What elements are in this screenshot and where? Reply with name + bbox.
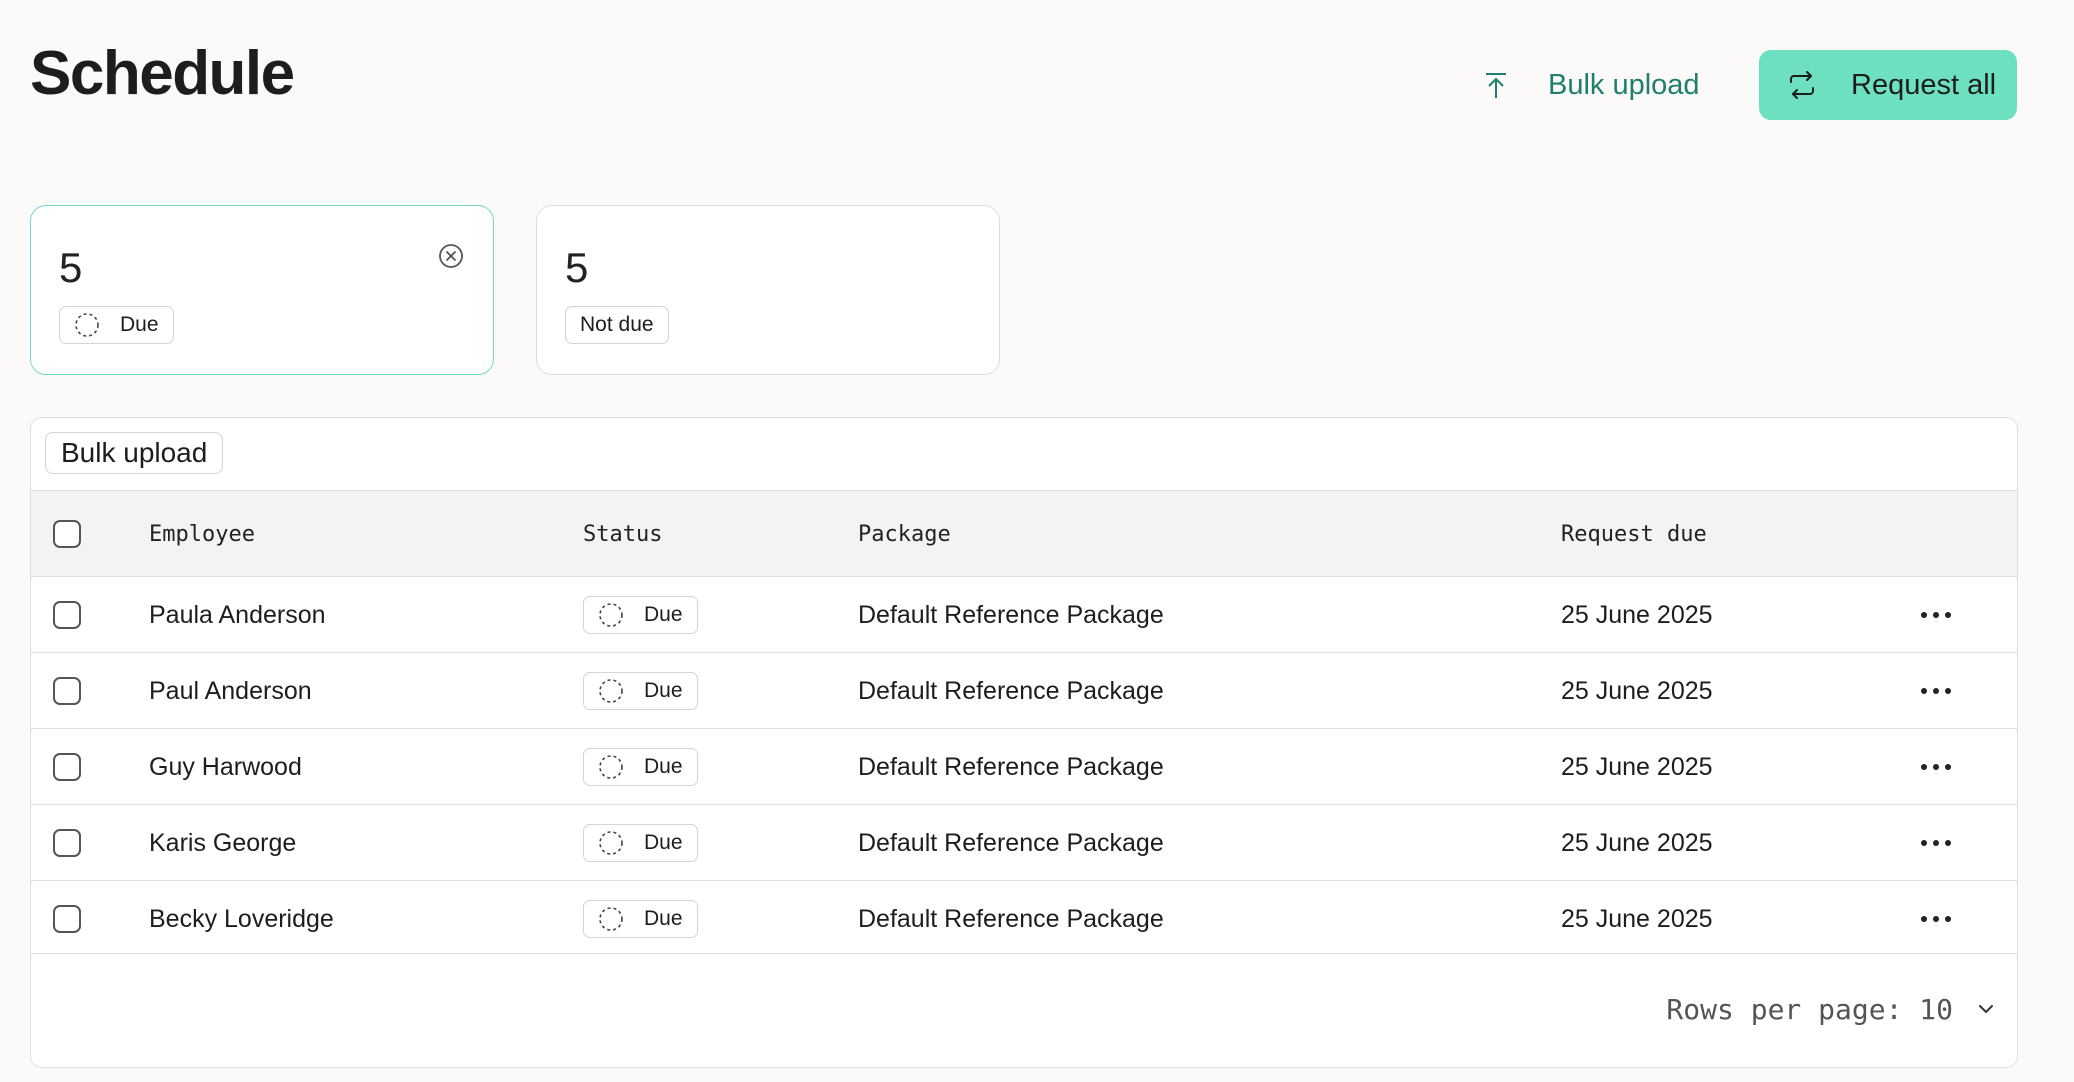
select-all-checkbox[interactable] [53, 520, 81, 548]
row-checkbox[interactable] [53, 677, 81, 705]
row-checkbox[interactable] [53, 905, 81, 933]
page-title: Schedule [30, 39, 295, 108]
request-due-date: 25 June 2025 [1561, 752, 1713, 781]
status-badge-label: Not due [580, 313, 654, 336]
status-badge: Due [583, 824, 698, 862]
chevron-down-icon [1979, 1005, 1993, 1013]
stat-count: 5 [59, 244, 83, 291]
stat-card-not-due[interactable]: 5 Not due [536, 205, 1000, 375]
status-badge: Due [583, 748, 698, 786]
stat-count: 5 [565, 244, 589, 291]
request-due-date: 25 June 2025 [1561, 904, 1713, 933]
more-options-icon[interactable] [1921, 805, 1951, 881]
table-row[interactable]: Paula Anderson Due Default Reference Pac… [31, 576, 2017, 652]
employee-name: Paula Anderson [149, 600, 326, 629]
clear-filter-icon[interactable] [437, 242, 465, 270]
status-badge-label: Due [644, 679, 683, 702]
status-badge-label: Due [120, 313, 159, 336]
column-header-employee[interactable]: Employee [149, 491, 255, 577]
table-row[interactable]: Guy Harwood Due Default Reference Packag… [31, 728, 2017, 804]
row-checkbox[interactable] [53, 829, 81, 857]
dashed-circle-icon [599, 755, 623, 779]
status-badge: Due [583, 672, 698, 710]
table-row[interactable]: Paul Anderson Due Default Reference Pack… [31, 652, 2017, 728]
schedule-page: Schedule Bulk upload Request all 5 Due 5… [0, 0, 2074, 1082]
dashed-circle-icon [599, 907, 623, 931]
package-name: Default Reference Package [858, 828, 1164, 857]
column-header-request-due[interactable]: Request due [1561, 491, 1707, 577]
status-badge-label: Due [644, 831, 683, 854]
column-header-package[interactable]: Package [858, 491, 951, 577]
row-checkbox[interactable] [53, 753, 81, 781]
status-badge: Not due [565, 306, 669, 344]
status-badge: Due [583, 596, 698, 634]
status-badge: Due [583, 900, 698, 938]
repeat-icon [1790, 71, 1814, 99]
more-options-icon[interactable] [1921, 577, 1951, 653]
table-header: Employee Status Package Request due [31, 490, 2017, 576]
package-name: Default Reference Package [858, 904, 1164, 933]
row-checkbox[interactable] [53, 601, 81, 629]
employee-name: Karis George [149, 828, 297, 857]
employee-name: Guy Harwood [149, 752, 302, 781]
status-badge: Due [59, 306, 174, 344]
employee-name: Paul Anderson [149, 676, 312, 705]
package-name: Default Reference Package [858, 676, 1164, 705]
more-options-icon[interactable] [1921, 729, 1951, 805]
request-due-date: 25 June 2025 [1561, 676, 1713, 705]
package-name: Default Reference Package [858, 600, 1164, 629]
employee-table-panel: Bulk upload Employee Status Package Requ… [30, 417, 2018, 1068]
request-all-button[interactable]: Request all [1759, 50, 2017, 120]
table-footer: Rows per page: 10 [31, 953, 2017, 1067]
bulk-upload-label: Bulk upload [1548, 68, 1700, 101]
dashed-circle-icon [599, 603, 623, 627]
status-badge-label: Due [644, 603, 683, 626]
dashed-circle-icon [75, 313, 99, 337]
rows-per-page-label: Rows per page: 10 [1666, 992, 1953, 1026]
request-due-date: 25 June 2025 [1561, 828, 1713, 857]
column-header-status[interactable]: Status [583, 491, 662, 577]
table-row[interactable]: Karis George Due Default Reference Packa… [31, 804, 2017, 880]
more-options-icon[interactable] [1921, 881, 1951, 957]
bulk-upload-link[interactable]: Bulk upload [1480, 50, 1700, 120]
rows-per-page-select[interactable]: Rows per page: 10 [1666, 978, 1997, 1040]
status-badge-label: Due [644, 907, 683, 930]
employee-name: Becky Loveridge [149, 904, 334, 933]
upload-icon [1486, 73, 1506, 98]
status-badge-label: Due [644, 755, 683, 778]
request-due-date: 25 June 2025 [1561, 600, 1713, 629]
dashed-circle-icon [599, 679, 623, 703]
table-row[interactable]: Becky Loveridge Due Default Reference Pa… [31, 880, 2017, 956]
more-options-icon[interactable] [1921, 653, 1951, 729]
dashed-circle-icon [599, 831, 623, 855]
bulk-upload-button[interactable]: Bulk upload [45, 432, 224, 474]
stat-card-due[interactable]: 5 Due [30, 205, 494, 375]
package-name: Default Reference Package [858, 752, 1164, 781]
request-all-label: Request all [1851, 68, 1997, 101]
